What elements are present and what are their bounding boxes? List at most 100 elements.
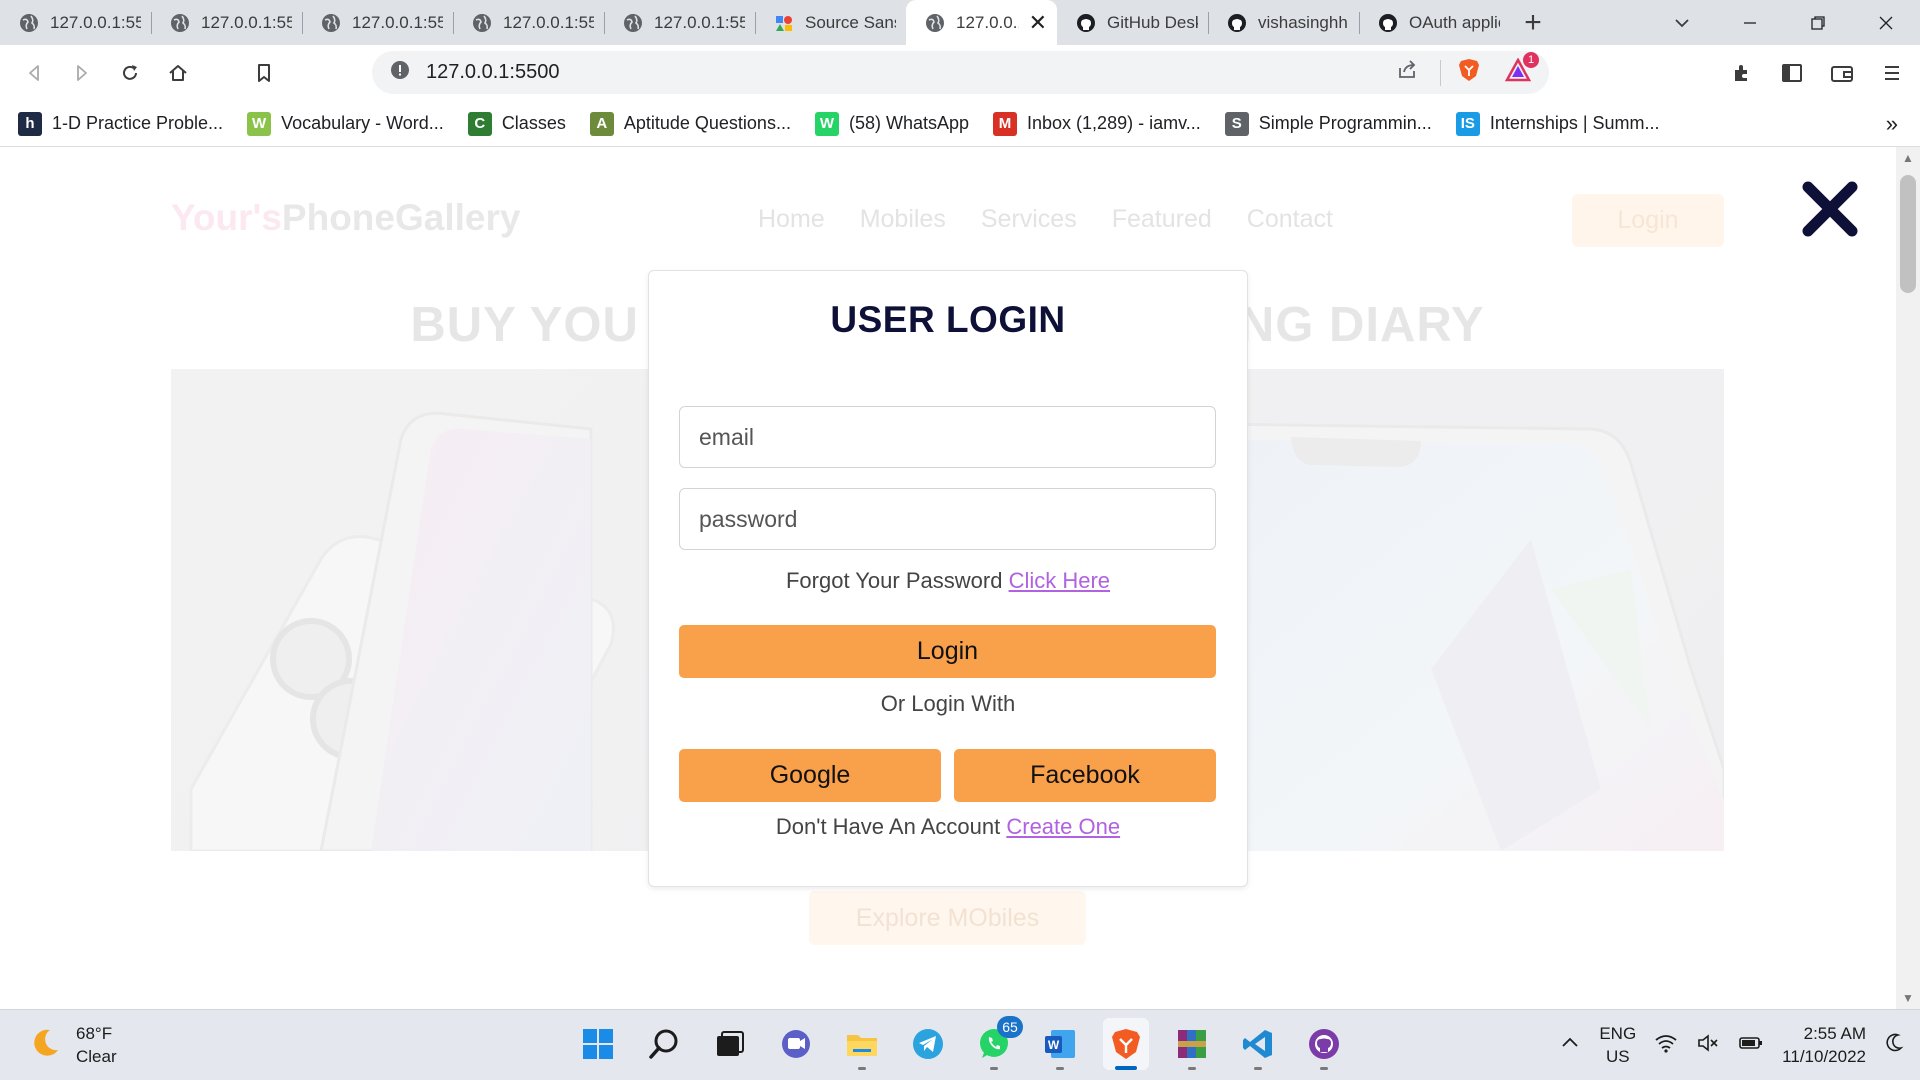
logo-accent-text: Your's xyxy=(171,197,282,238)
nav-featured[interactable]: Featured xyxy=(1112,205,1212,234)
forward-icon[interactable] xyxy=(58,49,106,97)
brave-rewards-icon[interactable]: 1 xyxy=(1504,51,1539,88)
bookmark-item[interactable]: C Classes xyxy=(467,111,566,136)
google-login-button[interactable]: Google xyxy=(679,749,941,802)
address-text[interactable]: 127.0.0.1:5500 xyxy=(426,61,1396,84)
bookmark-label: Aptitude Questions... xyxy=(623,113,791,133)
login-button[interactable]: Login xyxy=(679,625,1216,678)
telegram-icon[interactable] xyxy=(905,1018,951,1070)
minimize-button[interactable] xyxy=(1716,0,1784,45)
winrar-icon[interactable] xyxy=(1169,1018,1215,1070)
back-icon[interactable] xyxy=(10,49,58,97)
share-icon[interactable] xyxy=(1396,59,1418,87)
notification-icon[interactable] xyxy=(1884,1032,1904,1059)
scroll-up-icon[interactable]: ▲ xyxy=(1902,151,1914,165)
clock[interactable]: 2:55 AM 11/10/2022 xyxy=(1782,1022,1866,1068)
browser-toolbar: 127.0.0.1:5500 1 xyxy=(0,45,1920,101)
password-field[interactable] xyxy=(679,488,1216,550)
browser-tab[interactable]: 127.0.0.1 ✕ xyxy=(906,0,1057,45)
browser-tab[interactable]: vishasinghh xyxy=(1208,0,1359,45)
github-desktop-icon[interactable] xyxy=(1301,1018,1347,1070)
tray-overflow-chevron-icon[interactable] xyxy=(1559,1032,1581,1059)
facebook-login-button[interactable]: Facebook xyxy=(954,749,1216,802)
close-tab-icon[interactable]: ✕ xyxy=(1029,10,1047,36)
search-icon[interactable] xyxy=(641,1018,687,1070)
create-account-link[interactable]: Create One xyxy=(1006,814,1120,839)
browser-tab[interactable]: 127.0.0.1:5500/ xyxy=(453,0,604,45)
battery-icon[interactable] xyxy=(1738,1032,1764,1059)
wifi-icon[interactable] xyxy=(1654,1032,1678,1059)
browser-tab[interactable]: 127.0.0.1:5500/ xyxy=(604,0,755,45)
bookmark-item[interactable]: A Aptitude Questions... xyxy=(589,111,791,136)
browser-tab[interactable]: 127.0.0.1:5500/ xyxy=(151,0,302,45)
bookmark-label: (58) WhatsApp xyxy=(848,113,970,133)
sidebar-icon[interactable] xyxy=(1768,49,1816,97)
file-explorer-icon[interactable] xyxy=(839,1018,885,1070)
page-scrollbar[interactable]: ▲ ▼ xyxy=(1896,147,1920,1009)
close-modal-icon[interactable] xyxy=(1800,179,1860,239)
speaker-muted-icon[interactable] xyxy=(1696,1032,1720,1059)
scrollbar-thumb[interactable] xyxy=(1900,175,1916,293)
or-login-with-text: Or Login With xyxy=(880,691,1016,716)
extensions-icon[interactable] xyxy=(1718,49,1766,97)
nav-home[interactable]: Home xyxy=(758,205,825,234)
browser-tab[interactable]: GitHub Desktop xyxy=(1057,0,1208,45)
tab-title: Source Sans xyxy=(805,12,896,32)
bookmark-label: Internships | Summ... xyxy=(1489,113,1660,133)
google-fonts-icon xyxy=(773,12,795,34)
language-indicator[interactable]: ENG US xyxy=(1599,1022,1636,1068)
bookmark-item[interactable]: S Simple Programmin... xyxy=(1224,111,1432,136)
weather-desc: Clear xyxy=(76,1047,117,1066)
browser-tab[interactable]: 127.0.0.1:5500/ xyxy=(0,0,151,45)
signup-line: Don't Have An Account Create One xyxy=(649,814,1247,840)
bookmark-item[interactable]: h 1-D Practice Proble... xyxy=(18,111,224,136)
nav-services[interactable]: Services xyxy=(981,205,1077,234)
whatsapp-icon[interactable]: 65 xyxy=(971,1016,1023,1070)
brave-icon[interactable] xyxy=(1103,1018,1149,1070)
menu-icon[interactable] xyxy=(1868,49,1916,97)
home-icon[interactable] xyxy=(154,49,202,97)
site-login-button[interactable]: Login xyxy=(1572,194,1724,247)
restore-button[interactable] xyxy=(1784,0,1852,45)
nav-contact[interactable]: Contact xyxy=(1247,205,1333,234)
language-code: ENG xyxy=(1599,1024,1637,1043)
site-info-icon[interactable] xyxy=(390,60,410,86)
bookmark-item[interactable]: IS Internships | Summ... xyxy=(1455,111,1660,136)
scroll-down-icon[interactable]: ▼ xyxy=(1902,991,1914,1005)
forgot-password-link[interactable]: Click Here xyxy=(1009,568,1110,593)
browser-tab[interactable]: 127.0.0.1:5500/ xyxy=(302,0,453,45)
vscode-icon[interactable] xyxy=(1235,1018,1281,1070)
bookmarks-bar: h 1-D Practice Proble... W Vocabulary - Wor… xyxy=(0,101,1920,147)
email-field[interactable] xyxy=(679,406,1216,468)
bookmark-label: Inbox (1,289) - iamv... xyxy=(1027,113,1201,133)
login-modal: USER LOGIN Forgot Your Password Click He… xyxy=(648,270,1248,887)
wallet-icon[interactable] xyxy=(1818,49,1866,97)
task-view-icon[interactable] xyxy=(707,1018,753,1070)
tab-search-chevron-icon[interactable] xyxy=(1648,0,1716,45)
new-tab-button[interactable]: + xyxy=(1510,0,1556,45)
brave-shields-icon[interactable] xyxy=(1457,57,1481,89)
reload-icon[interactable] xyxy=(106,49,154,97)
weather-widget[interactable]: 68°F Clear xyxy=(28,1022,117,1068)
bookmark-item[interactable]: W (58) WhatsApp xyxy=(814,111,970,136)
bookmark-item[interactable]: M Inbox (1,289) - iamv... xyxy=(993,111,1201,136)
site-logo[interactable]: Your'sPhoneGallery xyxy=(171,197,520,239)
browser-tab[interactable]: Source Sans xyxy=(755,0,906,45)
tab-title: 127.0.0.1:5500/ xyxy=(654,12,745,32)
teams-chat-icon[interactable] xyxy=(773,1018,819,1070)
bookmark-label: 1-D Practice Proble... xyxy=(52,113,224,133)
window-controls xyxy=(1648,0,1920,45)
start-icon[interactable] xyxy=(575,1018,621,1070)
github-icon xyxy=(1226,12,1248,34)
bookmark-favicon-icon: C xyxy=(467,111,492,136)
bookmark-item[interactable]: W Vocabulary - Word... xyxy=(247,111,444,136)
bookmarks-overflow-button[interactable]: » xyxy=(1886,111,1898,137)
explore-mobiles-button[interactable]: Explore MObiles xyxy=(809,891,1086,945)
word-icon[interactable]: W xyxy=(1037,1018,1083,1070)
address-bar[interactable]: 127.0.0.1:5500 1 xyxy=(372,51,1549,94)
browser-tab[interactable]: OAuth applications xyxy=(1359,0,1510,45)
github-icon xyxy=(1377,12,1399,34)
bookmark-icon[interactable] xyxy=(240,49,288,97)
nav-mobiles[interactable]: Mobiles xyxy=(860,205,946,234)
close-window-button[interactable] xyxy=(1852,0,1920,45)
